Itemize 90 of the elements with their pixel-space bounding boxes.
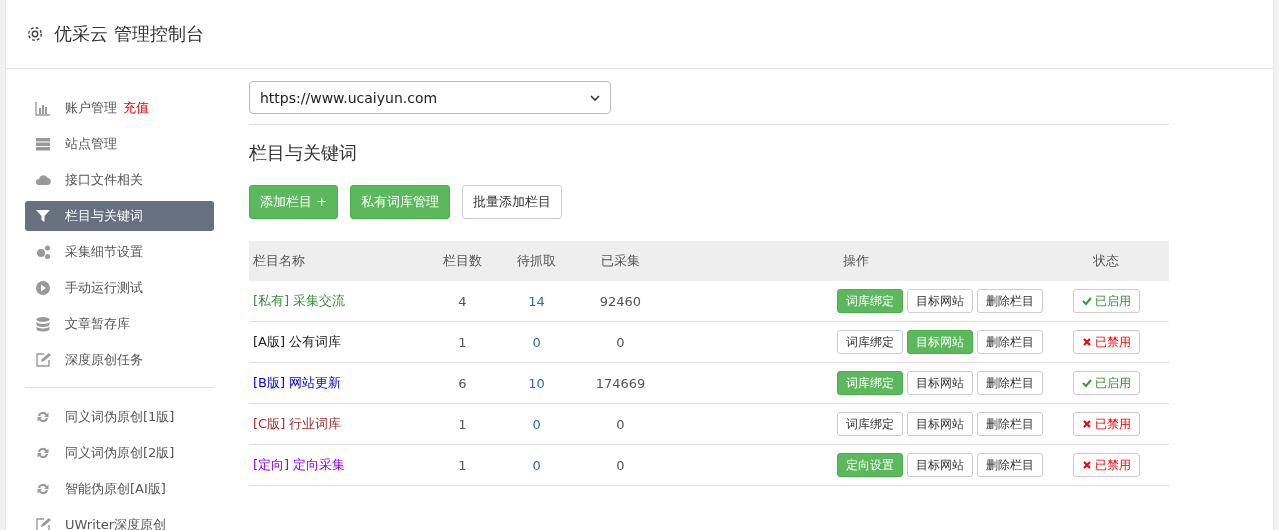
sidebar-label: 文章暂存库 xyxy=(65,315,130,333)
section-title: 栏目与关键词 xyxy=(249,141,358,165)
table-cell: 1 xyxy=(458,334,467,350)
table-cell: 4 xyxy=(458,293,467,309)
check-icon xyxy=(1082,296,1092,306)
column-header: 已采集 xyxy=(573,241,668,281)
refresh-icon xyxy=(35,445,51,461)
table-cell: 0 xyxy=(616,334,625,350)
edit-icon xyxy=(35,517,51,530)
sidebar-item[interactable]: UWriter深度原创 xyxy=(25,510,214,530)
filter-icon xyxy=(35,208,51,224)
status-button[interactable]: 已启用 xyxy=(1073,289,1140,313)
recharge-link[interactable]: 充值 xyxy=(123,99,149,117)
sidebar-label: 栏目与关键词 xyxy=(65,207,143,225)
sidebar-item[interactable]: 手动运行测试 xyxy=(25,273,214,303)
action-button[interactable]: 删除栏目 xyxy=(977,371,1043,395)
chart-icon xyxy=(35,100,51,116)
sidebar-label: UWriter深度原创 xyxy=(65,516,167,530)
sidebar-label: 深度原创任务 xyxy=(65,351,143,369)
sidebar-item[interactable]: 采集细节设置 xyxy=(25,237,214,267)
sidebar-label: 智能伪原创[AI版] xyxy=(65,480,166,498)
database-icon xyxy=(35,316,51,332)
action-button[interactable]: 目标网站 xyxy=(907,289,973,313)
status-button[interactable]: 已禁用 xyxy=(1073,453,1140,477)
cross-icon xyxy=(1082,337,1092,347)
play-icon xyxy=(35,280,51,296)
cross-icon xyxy=(1082,460,1092,470)
console-title: 优采云 管理控制台 xyxy=(54,22,204,46)
column-header: 栏目数 xyxy=(425,241,500,281)
sidebar-item[interactable]: 账户管理 充值 xyxy=(25,93,214,123)
sidebar-item[interactable]: 智能伪原创[AI版] xyxy=(25,474,214,504)
table-cell: 174669 xyxy=(595,375,646,391)
sidebar-label: 同义词伪原创[1版] xyxy=(65,408,175,426)
toolbar-button[interactable]: 批量添加栏目 xyxy=(462,185,563,219)
edit-icon xyxy=(35,352,51,368)
action-button[interactable]: 删除栏目 xyxy=(977,453,1043,477)
column-name[interactable]: [C版] 行业词库 xyxy=(253,416,342,431)
cross-icon xyxy=(1082,419,1092,429)
site-value: https://www.ucaiyun.com xyxy=(260,89,438,106)
action-button[interactable]: 删除栏目 xyxy=(977,330,1043,354)
column-name[interactable]: [私有] 采集交流 xyxy=(253,293,346,308)
sidebar-item[interactable]: 同义词伪原创[1版] xyxy=(25,402,214,432)
action-button[interactable]: 目标网站 xyxy=(907,412,973,436)
action-button[interactable]: 删除栏目 xyxy=(977,289,1043,313)
status-button[interactable]: 已禁用 xyxy=(1073,412,1140,436)
action-button[interactable]: 词库绑定 xyxy=(837,330,903,354)
column-header: 栏目名称 xyxy=(249,241,426,281)
cloud-icon xyxy=(35,172,51,188)
table-cell: 10 xyxy=(528,375,545,391)
column-header: 状态 xyxy=(1044,241,1169,281)
server-icon xyxy=(35,136,51,152)
table-cell: 14 xyxy=(528,293,545,309)
status-button[interactable]: 已禁用 xyxy=(1073,330,1140,354)
sidebar-label: 接口文件相关 xyxy=(65,171,143,189)
status-button[interactable]: 已启用 xyxy=(1073,371,1140,395)
sidebar-item[interactable]: 深度原创任务 xyxy=(25,345,214,375)
table-cell: 0 xyxy=(616,416,625,432)
sidebar-item[interactable]: 站点管理 xyxy=(25,129,214,159)
caret-icon xyxy=(590,94,600,101)
action-button[interactable]: 目标网站 xyxy=(907,453,973,477)
table-cell: 92460 xyxy=(599,293,642,309)
column-name[interactable]: [定向] 定向采集 xyxy=(253,457,346,472)
table-cell: 0 xyxy=(532,334,541,350)
column-name[interactable]: [B版] 网站更新 xyxy=(253,375,342,390)
action-button[interactable]: 目标网站 xyxy=(907,371,973,395)
sidebar-label: 站点管理 xyxy=(65,135,117,153)
table-cell: 6 xyxy=(458,375,467,391)
sidebar-label: 同义词伪原创[2版] xyxy=(65,444,175,462)
action-button[interactable]: 删除栏目 xyxy=(977,412,1043,436)
action-button[interactable]: 词库绑定 xyxy=(837,412,903,436)
sidebar-item[interactable]: 栏目与关键词 xyxy=(25,201,214,231)
column-name[interactable]: [A版] 公有词库 xyxy=(253,334,342,349)
table-cell: 1 xyxy=(458,457,467,473)
table-cell: 0 xyxy=(532,457,541,473)
settings-icon xyxy=(26,25,44,43)
sidebar-label: 手动运行测试 xyxy=(65,279,143,297)
refresh-icon xyxy=(35,481,51,497)
sidebar-item[interactable]: 文章暂存库 xyxy=(25,309,214,339)
sidebar-label: 账户管理 xyxy=(65,99,117,117)
sidebar-label: 采集细节设置 xyxy=(65,243,143,261)
refresh-icon xyxy=(35,409,51,425)
site-select[interactable]: https://www.ucaiyun.com xyxy=(249,81,611,114)
column-header: 操作 xyxy=(667,241,1044,281)
table-cell: 1 xyxy=(458,416,467,432)
check-icon xyxy=(1082,378,1092,388)
sidebar-item[interactable]: 接口文件相关 xyxy=(25,165,214,195)
column-header: 待抓取 xyxy=(499,241,574,281)
sidebar-item[interactable]: 同义词伪原创[2版] xyxy=(25,438,214,468)
table-cell: 0 xyxy=(616,457,625,473)
table-cell: 0 xyxy=(532,416,541,432)
